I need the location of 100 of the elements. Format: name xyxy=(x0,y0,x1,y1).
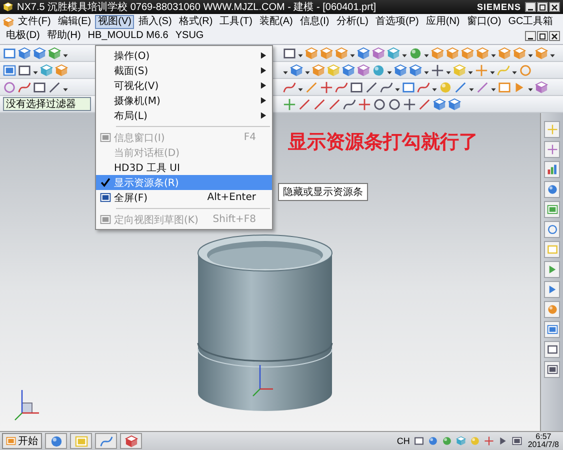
taskbar-button[interactable] xyxy=(95,433,117,449)
line-icon[interactable] xyxy=(298,98,311,110)
resource-tab[interactable] xyxy=(544,181,560,198)
menu-item[interactable]: 帮助(H) xyxy=(44,29,84,43)
menu-option[interactable]: 截面(S) xyxy=(96,63,272,78)
restore-icon xyxy=(539,4,546,10)
menu-item[interactable]: GC工具箱 xyxy=(505,15,556,29)
resource-tab[interactable] xyxy=(544,221,560,238)
menu-item[interactable]: 工具(T) xyxy=(216,15,256,29)
cube-icon[interactable] xyxy=(55,64,68,76)
line-icon[interactable] xyxy=(418,98,431,110)
rectangle-icon[interactable] xyxy=(18,64,31,76)
close-button[interactable] xyxy=(549,31,560,41)
rectangle-icon[interactable] xyxy=(33,80,46,94)
crosshair-icon[interactable] xyxy=(403,98,416,110)
resource-tab[interactable] xyxy=(544,201,560,218)
cube-icon[interactable] xyxy=(446,46,459,60)
taskbar-button[interactable] xyxy=(70,433,92,449)
minimize-button[interactable] xyxy=(525,31,536,41)
cube-icon[interactable] xyxy=(320,46,333,60)
crosshair-icon[interactable] xyxy=(484,436,494,446)
menu-item[interactable]: 首选项(P) xyxy=(372,15,422,29)
cube-icon[interactable] xyxy=(372,46,385,60)
rectangle-icon[interactable] xyxy=(402,80,415,94)
cube-icon[interactable] xyxy=(535,80,548,94)
line-icon[interactable] xyxy=(365,80,378,94)
crosshair-icon[interactable] xyxy=(320,80,333,94)
window-icon[interactable] xyxy=(3,64,16,76)
cube-icon[interactable] xyxy=(357,64,370,76)
resource-tab[interactable] xyxy=(544,161,560,178)
menu-item[interactable]: 分析(L) xyxy=(333,15,372,29)
curve-icon[interactable] xyxy=(380,80,393,94)
crosshair-icon[interactable] xyxy=(431,64,444,76)
clock-date[interactable]: 2014/7/8 xyxy=(528,441,559,449)
restore-button[interactable] xyxy=(537,2,548,12)
cube-icon[interactable] xyxy=(433,98,446,110)
resource-tab[interactable] xyxy=(544,321,560,338)
curve-icon[interactable] xyxy=(417,80,430,94)
menu-item[interactable]: 文件(F) xyxy=(15,15,54,29)
menu-item[interactable]: 窗口(O) xyxy=(464,15,504,29)
menu-item[interactable]: 电极(D) xyxy=(3,29,43,43)
window-icon xyxy=(546,364,558,375)
menu-item[interactable]: 应用(N) xyxy=(422,15,463,29)
clock-time[interactable]: 6:57 xyxy=(536,433,552,441)
circle-icon[interactable] xyxy=(3,80,16,94)
cube-icon[interactable] xyxy=(448,98,461,110)
rectangle-icon[interactable] xyxy=(414,436,424,446)
menu-item[interactable]: 插入(S) xyxy=(135,15,175,29)
cube-icon[interactable] xyxy=(357,46,370,60)
sphere-icon[interactable] xyxy=(442,436,452,446)
line-icon[interactable] xyxy=(313,98,326,110)
curve-icon[interactable] xyxy=(335,80,348,94)
cube-icon[interactable] xyxy=(461,46,474,60)
cube-icon[interactable] xyxy=(290,64,303,76)
line-icon[interactable] xyxy=(454,80,467,94)
language-indicator[interactable]: CH xyxy=(396,436,410,446)
close-button[interactable] xyxy=(549,2,560,12)
window-icon[interactable] xyxy=(512,436,522,446)
cube-icon[interactable] xyxy=(342,64,355,76)
menu-option[interactable]: 操作(O) xyxy=(96,48,272,63)
menu-item[interactable]: 信息(I) xyxy=(296,15,332,29)
resource-tab[interactable] xyxy=(544,361,560,378)
taskbar-button[interactable] xyxy=(45,433,67,449)
cube-icon[interactable] xyxy=(394,64,407,76)
menu-option[interactable]: HD3D 工具 UI xyxy=(96,160,272,175)
curve-icon[interactable] xyxy=(343,98,356,110)
menu-item[interactable]: 视图(V) xyxy=(95,15,134,29)
menu-option[interactable]: 摄像机(M) xyxy=(96,93,272,108)
cube-icon[interactable] xyxy=(33,46,46,60)
triangle-icon[interactable] xyxy=(498,436,508,446)
start-button[interactable]: 开始 xyxy=(2,433,42,449)
menu-item[interactable]: 格式(R) xyxy=(176,15,216,29)
line-icon[interactable] xyxy=(48,80,61,94)
cube-icon[interactable] xyxy=(456,436,466,446)
minimize-button[interactable] xyxy=(525,2,536,12)
menu-option[interactable]: 可视化(V) xyxy=(96,78,272,93)
restore-button[interactable] xyxy=(537,31,548,41)
menu-item[interactable]: 装配(A) xyxy=(256,15,296,29)
curve-icon[interactable] xyxy=(283,80,296,94)
rectangle-icon[interactable] xyxy=(283,46,296,60)
menu-item[interactable]: 编辑(E) xyxy=(54,15,94,29)
crosshair-icon[interactable] xyxy=(358,98,371,110)
filter-field[interactable]: 没有选择过滤器 xyxy=(3,97,91,111)
resource-tab[interactable] xyxy=(544,141,560,158)
circle-icon xyxy=(546,224,558,235)
menu-item[interactable]: YSUG xyxy=(172,29,207,43)
taskbar-button[interactable] xyxy=(120,433,142,449)
menu-item[interactable]: HB_MOULD M6.6 xyxy=(84,29,172,43)
cube-icon[interactable] xyxy=(18,46,31,60)
resource-tab[interactable] xyxy=(544,341,560,358)
line-icon[interactable] xyxy=(328,98,341,110)
crosshair-icon[interactable] xyxy=(283,98,296,110)
curve-icon[interactable] xyxy=(18,80,31,94)
cube-icon[interactable] xyxy=(409,64,422,76)
circle-icon[interactable] xyxy=(373,98,386,110)
rectangle-icon[interactable] xyxy=(3,46,16,60)
sphere-icon[interactable] xyxy=(428,436,438,446)
resource-tab[interactable] xyxy=(544,281,560,298)
circle-icon[interactable] xyxy=(388,98,401,110)
rectangle-icon[interactable] xyxy=(350,80,363,94)
